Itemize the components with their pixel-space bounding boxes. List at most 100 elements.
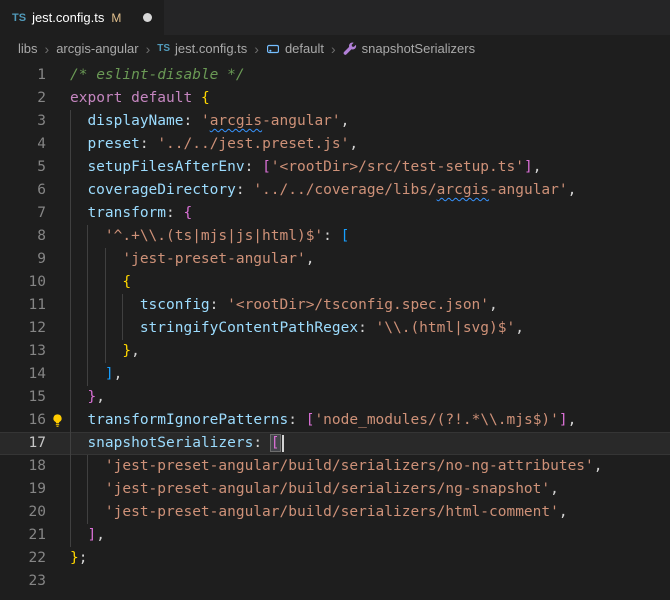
line-number[interactable]: 6 <box>0 179 46 202</box>
breadcrumb-label: libs <box>18 41 38 56</box>
code-line[interactable]: 6 coverageDirectory: '../../coverage/libs… <box>0 179 670 202</box>
code-text: 'jest-preset-angular/build/serializers/h… <box>70 501 670 524</box>
line-number[interactable]: 16 <box>0 409 46 432</box>
line-number[interactable]: 21 <box>0 524 46 547</box>
code-line[interactable]: 20 'jest-preset-angular/build/serializers… <box>0 501 670 524</box>
code-line[interactable]: 21], <box>0 524 670 547</box>
line-number[interactable]: 14 <box>0 363 46 386</box>
code-text: 'jest-preset-angular/build/serializers/n… <box>70 478 670 501</box>
line-number[interactable]: 4 <box>0 133 46 156</box>
code-line[interactable]: 14], <box>0 363 670 386</box>
code-text: setupFilesAfterEnv: ['<rootDir>/src/test… <box>70 156 670 179</box>
line-number[interactable]: 11 <box>0 294 46 317</box>
code-token: : <box>323 228 341 244</box>
code-token: snapshotSerializers <box>87 435 254 451</box>
editor-lines: 1/* eslint-disable */2 export default {3 d… <box>0 64 670 593</box>
code-text: stringifyContentPathRegex: '\\.(html|svg… <box>70 317 670 340</box>
line-number[interactable]: 10 <box>0 271 46 294</box>
line-number[interactable]: 15 <box>0 386 46 409</box>
code-token: displayName <box>87 113 184 129</box>
line-number[interactable]: 23 <box>0 570 46 593</box>
indent-guide <box>70 524 88 547</box>
git-modified-badge: M <box>111 10 122 25</box>
code-line[interactable]: 12 stringifyContentPathRegex: '\\.(html|s… <box>0 317 670 340</box>
code-token: tsconfig <box>139 297 210 313</box>
line-number[interactable]: 3 <box>0 110 46 133</box>
code-text: '^.+\\.(ts|mjs|js|html)$': [ <box>70 225 670 248</box>
code-token: '<rootDir>/tsconfig.spec.json' <box>227 297 490 313</box>
indent-guide <box>70 294 88 317</box>
indent-guide <box>104 317 123 340</box>
code-line[interactable]: 16 transformIgnorePatterns: ['node_module… <box>0 409 670 432</box>
code-line[interactable]: 1 /* eslint-disable */ <box>0 64 670 87</box>
indent-guide <box>104 294 123 317</box>
breadcrumb-item-default[interactable]: default <box>266 41 324 56</box>
indent-guide <box>70 478 88 501</box>
breadcrumb-item-snapshot-serializers[interactable]: snapshotSerializers <box>343 41 475 56</box>
breadcrumb-separator: › <box>331 40 336 57</box>
code-line[interactable]: 5 setupFilesAfterEnv: ['<rootDir>/src/tes… <box>0 156 670 179</box>
breadcrumb-item-arcgis-angular[interactable]: arcgis-angular <box>56 41 138 56</box>
code-line[interactable]: 11 tsconfig: '<rootDir>/tsconfig.spec.jso… <box>0 294 670 317</box>
line-number[interactable]: 20 <box>0 501 46 524</box>
code-token: , <box>305 251 315 267</box>
code-token: ] <box>104 366 114 382</box>
code-line[interactable]: 4 preset: '../../jest.preset.js', <box>0 133 670 156</box>
gutter-space <box>46 225 70 248</box>
lightbulb-icon[interactable] <box>46 409 70 432</box>
code-token: coverageDirectory <box>87 182 236 198</box>
code-editor[interactable]: 1/* eslint-disable */2 export default {3 d… <box>0 62 670 600</box>
code-token: 'node_modules/(?!.*\\.mjs$)' <box>314 412 559 428</box>
line-number[interactable]: 19 <box>0 478 46 501</box>
breadcrumb-separator: › <box>254 40 259 57</box>
code-line[interactable]: 3 displayName: 'arcgis-angular', <box>0 110 670 133</box>
indent-guide <box>87 317 105 340</box>
breadcrumb-item-file[interactable]: TS jest.config.ts <box>157 41 247 56</box>
vscode-window: TS jest.config.ts M libs › arcgis-angula… <box>0 0 670 600</box>
indent-guide <box>70 409 88 432</box>
code-line[interactable]: 8 '^.+\\.(ts|mjs|js|html)$': [ <box>0 225 670 248</box>
line-number[interactable]: 13 <box>0 340 46 363</box>
code-line[interactable]: 2 export default { <box>0 87 670 110</box>
line-number[interactable]: 9 <box>0 248 46 271</box>
indent-guide <box>70 501 88 524</box>
code-token: , <box>349 136 359 152</box>
indent-guide <box>70 110 88 133</box>
indent-guide <box>87 363 105 386</box>
line-number[interactable]: 1 <box>0 64 46 87</box>
code-line[interactable]: 15}, <box>0 386 670 409</box>
code-line[interactable]: 7 transform: { <box>0 202 670 225</box>
line-number[interactable]: 7 <box>0 202 46 225</box>
code-line[interactable]: 18 'jest-preset-angular/build/serializers… <box>0 455 670 478</box>
indent-guide <box>70 248 88 271</box>
line-number[interactable]: 2 <box>0 87 46 110</box>
gutter-space <box>46 294 70 317</box>
code-line[interactable]: 17 snapshotSerializers: [ <box>0 432 670 455</box>
dirty-indicator-icon[interactable] <box>143 13 153 22</box>
code-line[interactable]: 13}, <box>0 340 670 363</box>
code-line[interactable]: 22}; <box>0 547 670 570</box>
indent-guide <box>70 271 88 294</box>
code-text: }, <box>70 386 670 409</box>
code-token: : <box>244 159 263 175</box>
line-number[interactable]: 18 <box>0 455 46 478</box>
line-number[interactable]: 22 <box>0 547 46 570</box>
code-token: , <box>593 458 603 474</box>
code-line[interactable]: 10 { <box>0 271 670 294</box>
code-token: '^.+\\.(ts|mjs|js|html)$' <box>104 228 324 244</box>
tab-jest-config[interactable]: TS jest.config.ts M <box>0 0 165 35</box>
line-number[interactable]: 17 <box>0 432 46 455</box>
code-token: 'jest-preset-angular/build/serializers/n… <box>104 458 594 474</box>
code-text: transformIgnorePatterns: ['node_modules/… <box>70 409 670 432</box>
gutter-space <box>46 455 70 478</box>
code-line[interactable]: 9 'jest-preset-angular', <box>0 248 670 271</box>
code-line[interactable]: 23 <box>0 570 670 593</box>
breadcrumb-label: default <box>284 41 324 56</box>
code-token: transformIgnorePatterns <box>87 412 289 428</box>
line-number[interactable]: 12 <box>0 317 46 340</box>
breadcrumb-item-libs[interactable]: libs <box>18 41 38 56</box>
code-line[interactable]: 19 'jest-preset-angular/build/serializers… <box>0 478 670 501</box>
line-number[interactable]: 5 <box>0 156 46 179</box>
indent-guide <box>122 294 140 317</box>
line-number[interactable]: 8 <box>0 225 46 248</box>
